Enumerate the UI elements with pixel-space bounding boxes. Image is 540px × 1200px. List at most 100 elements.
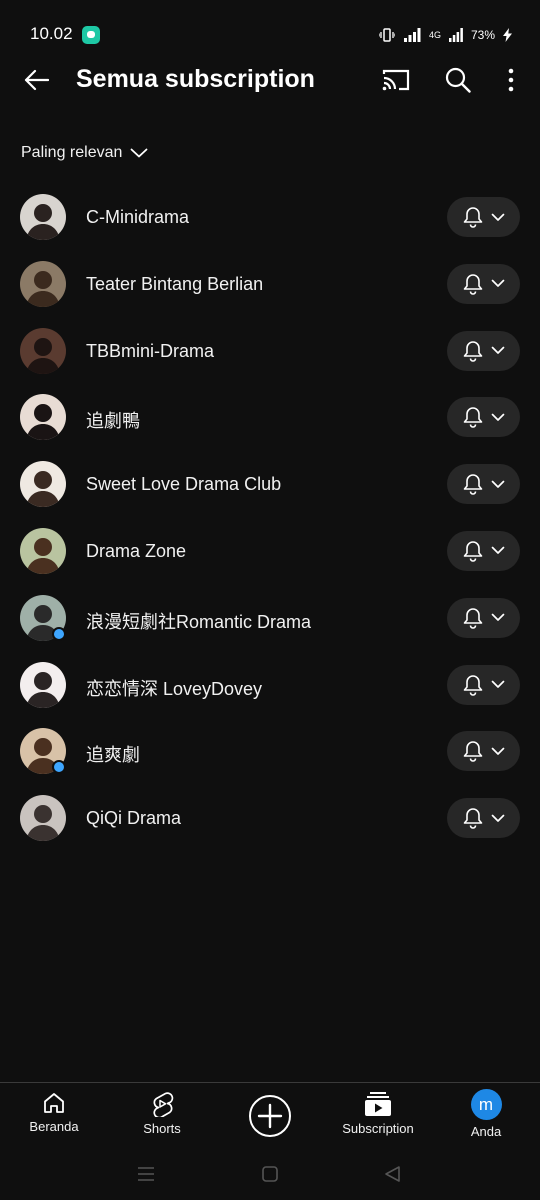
channel-row[interactable]: Drama Zone (0, 518, 540, 585)
nav-you-label: Anda (470, 1124, 502, 1139)
chevron-down-icon (491, 547, 504, 555)
channel-avatar (20, 795, 66, 842)
channel-row[interactable]: 恋恋情深 LoveyDovey (0, 652, 540, 719)
system-nav-bar (0, 1147, 540, 1200)
cast-icon (382, 69, 410, 91)
network-type: 4G (428, 30, 441, 40)
bell-icon (463, 474, 482, 495)
home-icon (44, 1093, 64, 1113)
notification-settings-button[interactable] (447, 197, 520, 237)
battery-percent: 73% (470, 28, 495, 42)
channel-row[interactable]: 追劇鴨 (0, 384, 540, 451)
notification-settings-button[interactable] (447, 798, 520, 839)
sort-label: Paling relevan (21, 144, 123, 161)
user-avatar: m (470, 1089, 502, 1120)
channel-name: Drama Zone (86, 540, 187, 561)
channel-row[interactable]: QiQi Drama (0, 785, 540, 852)
signal-2-icon (448, 28, 463, 42)
chevron-down-icon (491, 346, 504, 354)
channel-list: C-Minidrama Teater Bintang Berlian TBBmi… (0, 184, 540, 852)
avatar-portrait (20, 461, 66, 508)
add-icon (249, 1095, 291, 1137)
menu-icon (138, 1167, 154, 1181)
notification-settings-button[interactable] (447, 464, 520, 505)
sort-dropdown[interactable]: Paling relevan (21, 140, 148, 166)
nav-home-label: Beranda (29, 1119, 79, 1134)
search-button[interactable] (440, 62, 476, 98)
nav-home[interactable]: Beranda (24, 1091, 84, 1134)
nav-you[interactable]: m Anda (456, 1089, 516, 1139)
channel-row[interactable]: Teater Bintang Berlian (0, 251, 540, 318)
avatar-portrait (20, 527, 66, 574)
notification-settings-button[interactable] (447, 263, 520, 304)
app-bar: Semua subscription (0, 56, 540, 104)
status-time: 10.02 (30, 24, 73, 43)
notification-settings-button[interactable] (447, 397, 520, 438)
chevron-down-icon (491, 480, 504, 488)
shorts-icon (153, 1092, 174, 1117)
more-options-button[interactable] (496, 62, 526, 98)
notification-settings-button[interactable] (447, 330, 520, 371)
channel-avatar (20, 260, 66, 307)
bottom-nav: Beranda Shorts Subscription m Anda (0, 1082, 540, 1146)
chevron-down-icon (131, 148, 148, 158)
channel-avatar (20, 661, 66, 708)
charging-icon (503, 28, 512, 42)
search-icon (445, 67, 471, 93)
bell-icon (463, 273, 482, 295)
chevron-down-icon (491, 213, 504, 221)
bell-icon (463, 741, 482, 763)
channel-row[interactable]: Sweet Love Drama Club (0, 451, 540, 518)
notification-settings-button[interactable] (447, 530, 520, 571)
more-vert-icon (508, 68, 514, 92)
channel-row[interactable]: 追爽劇 (0, 718, 540, 785)
nav-shorts-label: Shorts (143, 1121, 181, 1136)
notification-settings-button[interactable] (447, 731, 520, 772)
subscriptions-icon (365, 1092, 391, 1116)
triangle-back-icon (385, 1166, 400, 1182)
new-content-dot (52, 760, 66, 775)
bell-icon (463, 407, 482, 429)
channel-name: 恋恋情深 LoveyDovey (86, 678, 263, 699)
notification-settings-button[interactable] (447, 597, 520, 638)
square-icon (262, 1166, 278, 1182)
channel-name: QiQi Drama (86, 808, 182, 829)
avatar-portrait (20, 260, 66, 307)
status-bar: 10.02 4G 73% (0, 0, 540, 60)
channel-avatar (20, 327, 66, 374)
notification-settings-button[interactable] (447, 664, 520, 705)
back-button[interactable] (18, 62, 54, 98)
channel-name: TBBmini-Drama (86, 340, 215, 361)
avatar-portrait (20, 327, 66, 374)
nav-subscriptions[interactable]: Subscription (334, 1091, 422, 1136)
vibrate-icon (378, 28, 395, 42)
channel-row[interactable]: TBBmini-Drama (0, 318, 540, 385)
chevron-down-icon (491, 747, 504, 755)
channel-row[interactable]: 浪漫短劇社Romantic Drama (0, 585, 540, 652)
channel-avatar (20, 394, 66, 441)
chevron-down-icon (491, 413, 504, 421)
new-content-dot (52, 626, 66, 641)
bell-icon (463, 340, 482, 362)
channel-name: Teater Bintang Berlian (86, 273, 264, 294)
chat-notification-icon (82, 26, 100, 44)
chevron-down-icon (491, 814, 504, 822)
bell-icon (463, 207, 482, 228)
home-system-button[interactable] (259, 1163, 281, 1185)
avatar-portrait (20, 394, 66, 441)
nav-shorts[interactable]: Shorts (132, 1091, 192, 1136)
channel-row[interactable]: C-Minidrama (0, 184, 540, 251)
avatar-portrait (20, 661, 66, 708)
cast-button[interactable] (378, 62, 414, 98)
recent-apps-button[interactable] (135, 1163, 157, 1185)
bell-icon (463, 674, 482, 696)
avatar-portrait (20, 795, 66, 842)
channel-name: 浪漫短劇社Romantic Drama (86, 611, 312, 632)
page-title: Semua subscription (76, 65, 315, 93)
status-icons: 4G 73% (378, 26, 512, 44)
channel-avatar (20, 194, 66, 240)
back-arrow-icon (24, 69, 49, 91)
create-button[interactable] (248, 1094, 292, 1138)
channel-avatar (20, 461, 66, 508)
back-system-button[interactable] (381, 1163, 403, 1185)
